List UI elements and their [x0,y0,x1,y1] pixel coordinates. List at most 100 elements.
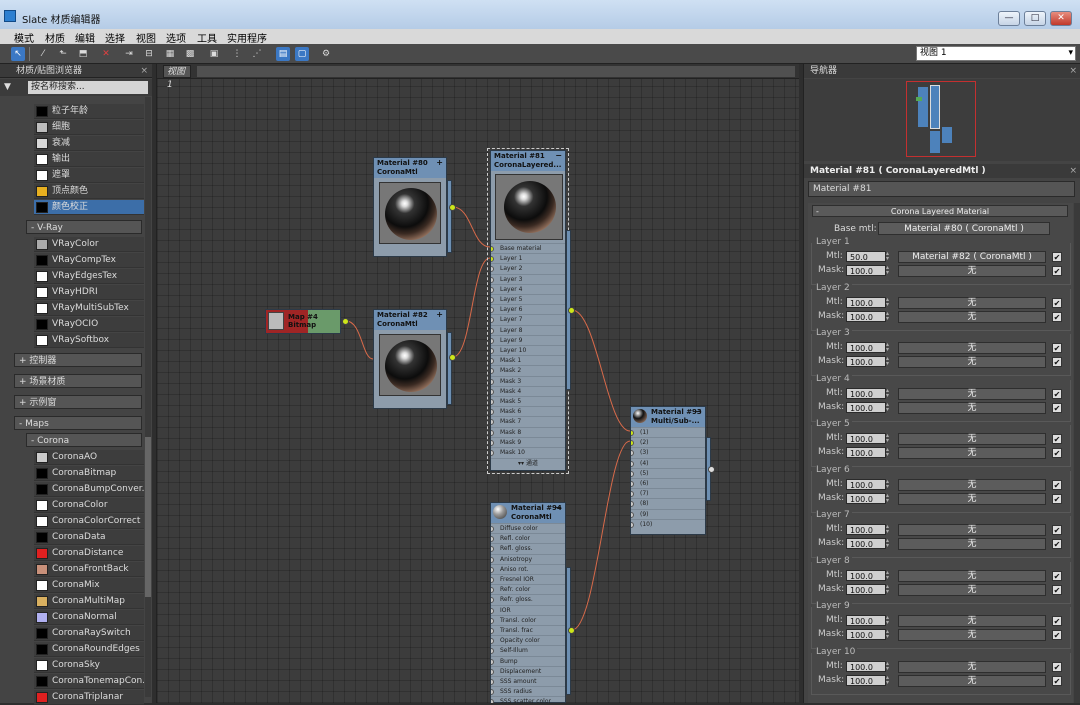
input-socket[interactable] [491,429,494,436]
node-input-slot[interactable]: Layer 1 [491,253,565,263]
node-input-slot[interactable]: Transl. color [491,614,565,625]
browser-item[interactable]: VRayMultiSubTex [34,301,144,316]
mask-amount-spinner[interactable]: 100.0 [846,310,886,322]
show-end-result-icon[interactable]: ▣ [207,47,221,61]
spinner-arrows-icon[interactable]: ▴ ▾ [886,478,892,490]
spinner-arrows-icon[interactable]: ▴ ▾ [886,433,892,444]
input-socket[interactable] [491,419,494,426]
menu-tools[interactable]: 工具 [197,30,217,45]
input-socket[interactable] [491,689,494,696]
input-socket[interactable] [491,526,494,532]
node-input-slot[interactable]: SSS scatter color [491,696,565,703]
move-children-icon[interactable]: ⇥ [122,47,136,61]
node-collapse-icon[interactable]: − [555,503,562,512]
browser-item[interactable]: 粒子年龄 [34,104,144,119]
layer-amount-spinner[interactable]: 100.0 [846,387,886,399]
layer-mtl-button[interactable]: 无 [898,387,1046,400]
input-socket[interactable] [631,470,634,477]
section-header[interactable]: + 示例窗 [14,395,142,409]
node-output-socket[interactable] [449,354,456,361]
spinner-arrows-icon[interactable]: ▴ ▾ [886,356,892,367]
spinner-arrows-icon[interactable]: ▴ ▾ [886,629,892,640]
input-socket[interactable] [491,256,494,263]
node-view[interactable]: 视图 1 Material #80 CoronaMtl + Material #82… [156,64,799,703]
input-socket[interactable] [491,307,494,314]
node-input-slot[interactable]: Mask 4 [491,385,565,396]
node-output-socket[interactable] [568,627,575,634]
mask-enable-checkbox[interactable]: ✔ [1052,630,1062,640]
browser-toggle-icon[interactable]: ▤ [276,47,290,61]
spinner-arrows-icon[interactable]: ▴ ▾ [886,251,892,262]
layer-amount-spinner[interactable]: 100.0 [846,342,886,353]
node-collapse-icon[interactable]: + [436,310,443,319]
layer-mask-button[interactable]: 无 [898,265,1046,277]
input-socket[interactable] [491,607,494,614]
node-input-slot[interactable]: Layer 4 [491,283,565,294]
node-material-80[interactable]: Material #80 CoronaMtl + [373,157,447,257]
mask-enable-checkbox[interactable]: ✔ [1052,311,1062,322]
layer-amount-spinner[interactable]: 100.0 [846,524,886,535]
parameter-scrollbar[interactable] [1074,203,1080,703]
group-header-vray[interactable]: - V-Ray [26,220,142,234]
node-input-slot[interactable]: Layer 5 [491,294,565,304]
node-input-slot[interactable]: Layer 8 [491,324,565,335]
browser-item[interactable]: CoronaRoundEdges [34,642,144,657]
mask-amount-spinner[interactable]: 100.0 [846,401,886,413]
input-socket[interactable] [491,358,494,365]
mask-enable-checkbox[interactable]: ✔ [1052,675,1062,686]
mask-enable-checkbox[interactable]: ✔ [1052,539,1062,549]
layer-enable-checkbox[interactable]: ✔ [1052,525,1062,535]
input-socket[interactable] [491,409,494,416]
node-map-4[interactable]: Map #4 Bitmap [265,309,341,334]
wire-82-to-81-layer1[interactable] [452,257,491,358]
select-by-material-icon[interactable]: ⚙ [319,47,333,61]
input-socket[interactable] [491,587,494,594]
spinner-arrows-icon[interactable]: ▴ ▾ [886,583,892,595]
spinner-arrows-icon[interactable]: ▴ ▾ [886,538,892,549]
node-input-slot[interactable]: Mask 5 [491,396,565,406]
maximize-button[interactable]: □ [1024,11,1046,26]
layer-mask-button[interactable]: 无 [898,310,1046,323]
layer-mask-button[interactable]: 无 [898,447,1046,459]
mask-enable-checkbox[interactable]: ✔ [1052,357,1062,367]
node-output-socket[interactable] [449,204,456,211]
assign-material-icon[interactable]: ⬒ [76,47,90,61]
mask-amount-spinner[interactable]: 100.0 [846,447,886,458]
navigator-view[interactable] [804,79,1080,161]
layer-enable-checkbox[interactable]: ✔ [1052,252,1062,262]
browser-item[interactable]: CoronaBitmap [34,466,144,481]
mask-enable-checkbox[interactable]: ✔ [1052,402,1062,413]
input-socket[interactable] [491,668,494,675]
node-input-slot[interactable]: Mask 8 [491,426,565,437]
node-input-slot[interactable]: Layer 6 [491,304,565,314]
close-icon[interactable]: × [1069,64,1077,78]
browser-item[interactable]: 衰减 [34,136,144,151]
mask-enable-checkbox[interactable]: ✔ [1052,493,1062,504]
spinner-arrows-icon[interactable]: ▴ ▾ [886,674,892,686]
input-socket[interactable] [491,399,494,405]
node-input-slot[interactable]: Refl. gloss. [491,543,565,553]
node-input-slot[interactable]: (6) [631,478,705,488]
node-collapse-icon[interactable]: − [695,407,702,416]
layer-amount-spinner[interactable]: 100.0 [846,569,886,581]
layer-mask-button[interactable]: 无 [898,356,1046,368]
node-input-slot[interactable]: Bump [491,655,565,666]
layer-amount-spinner[interactable]: 100.0 [846,478,886,490]
mask-amount-spinner[interactable]: 100.0 [846,538,886,549]
node-input-slot[interactable]: Anisotropy [491,553,565,564]
input-socket[interactable] [491,546,494,553]
pick-material-icon[interactable]: ⁄ [36,47,50,61]
layer-mtl-button[interactable]: 无 [898,342,1046,354]
node-input-slot[interactable]: Layer 7 [491,314,565,324]
input-socket[interactable] [491,556,494,563]
node-output-socket[interactable] [342,318,349,325]
layer-mtl-button[interactable]: 无 [898,615,1046,627]
node-material-94[interactable]: Material #94 CoronaMtl − Diffuse color Refl… [490,502,566,703]
menu-view[interactable]: 视图 [136,30,156,45]
layout-children-icon[interactable]: ⋰ [250,47,264,61]
node-input-slot[interactable]: Base material [491,243,565,253]
select-tool-icon[interactable]: ↖ [11,47,25,61]
background-icon[interactable]: ▩ [183,47,197,61]
input-socket[interactable] [491,266,494,273]
rollout-header[interactable]: - Corona Layered Material [812,205,1068,217]
